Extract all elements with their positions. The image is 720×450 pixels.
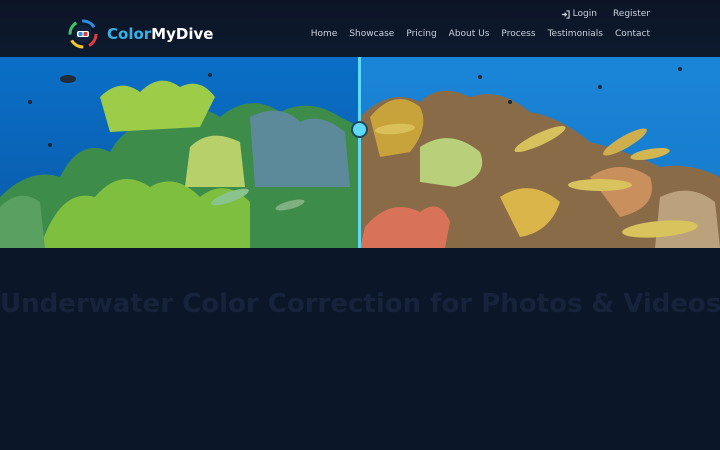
nav-item-process[interactable]: Process (501, 28, 535, 40)
brand-name-part1: Color (107, 25, 152, 43)
before-image (0, 57, 360, 248)
dive-mask-logo-icon[interactable] (68, 19, 98, 49)
login-label: Login (572, 9, 597, 19)
after-image (360, 57, 720, 248)
register-label: Register (612, 9, 650, 19)
auth-links: Login Register (561, 8, 650, 20)
nav-item-testimonials[interactable]: Testimonials (548, 28, 603, 40)
comparison-slider-handle[interactable] (351, 121, 368, 138)
nav-item-pricing[interactable]: Pricing (406, 28, 436, 40)
login-link[interactable]: Login (561, 8, 597, 20)
before-after-comparison[interactable] (0, 57, 720, 248)
brand-name-part2: MyDive (151, 25, 214, 43)
hero-headline: Underwater Color Correction for Photos &… (0, 289, 720, 319)
sign-in-icon (561, 9, 570, 19)
nav-item-contact[interactable]: Contact (615, 28, 650, 40)
nav-item-home[interactable]: Home (311, 28, 338, 40)
main-nav: Home Showcase Pricing About Us Process T… (311, 28, 650, 40)
site-header: ColorMyDive Login Register Home Showcase… (0, 0, 720, 57)
nav-item-about-us[interactable]: About Us (449, 28, 490, 40)
comparison-divider[interactable] (358, 57, 361, 248)
brand-name[interactable]: ColorMyDive (107, 24, 213, 44)
nav-item-showcase[interactable]: Showcase (349, 28, 394, 40)
register-link[interactable]: Register (613, 8, 650, 20)
